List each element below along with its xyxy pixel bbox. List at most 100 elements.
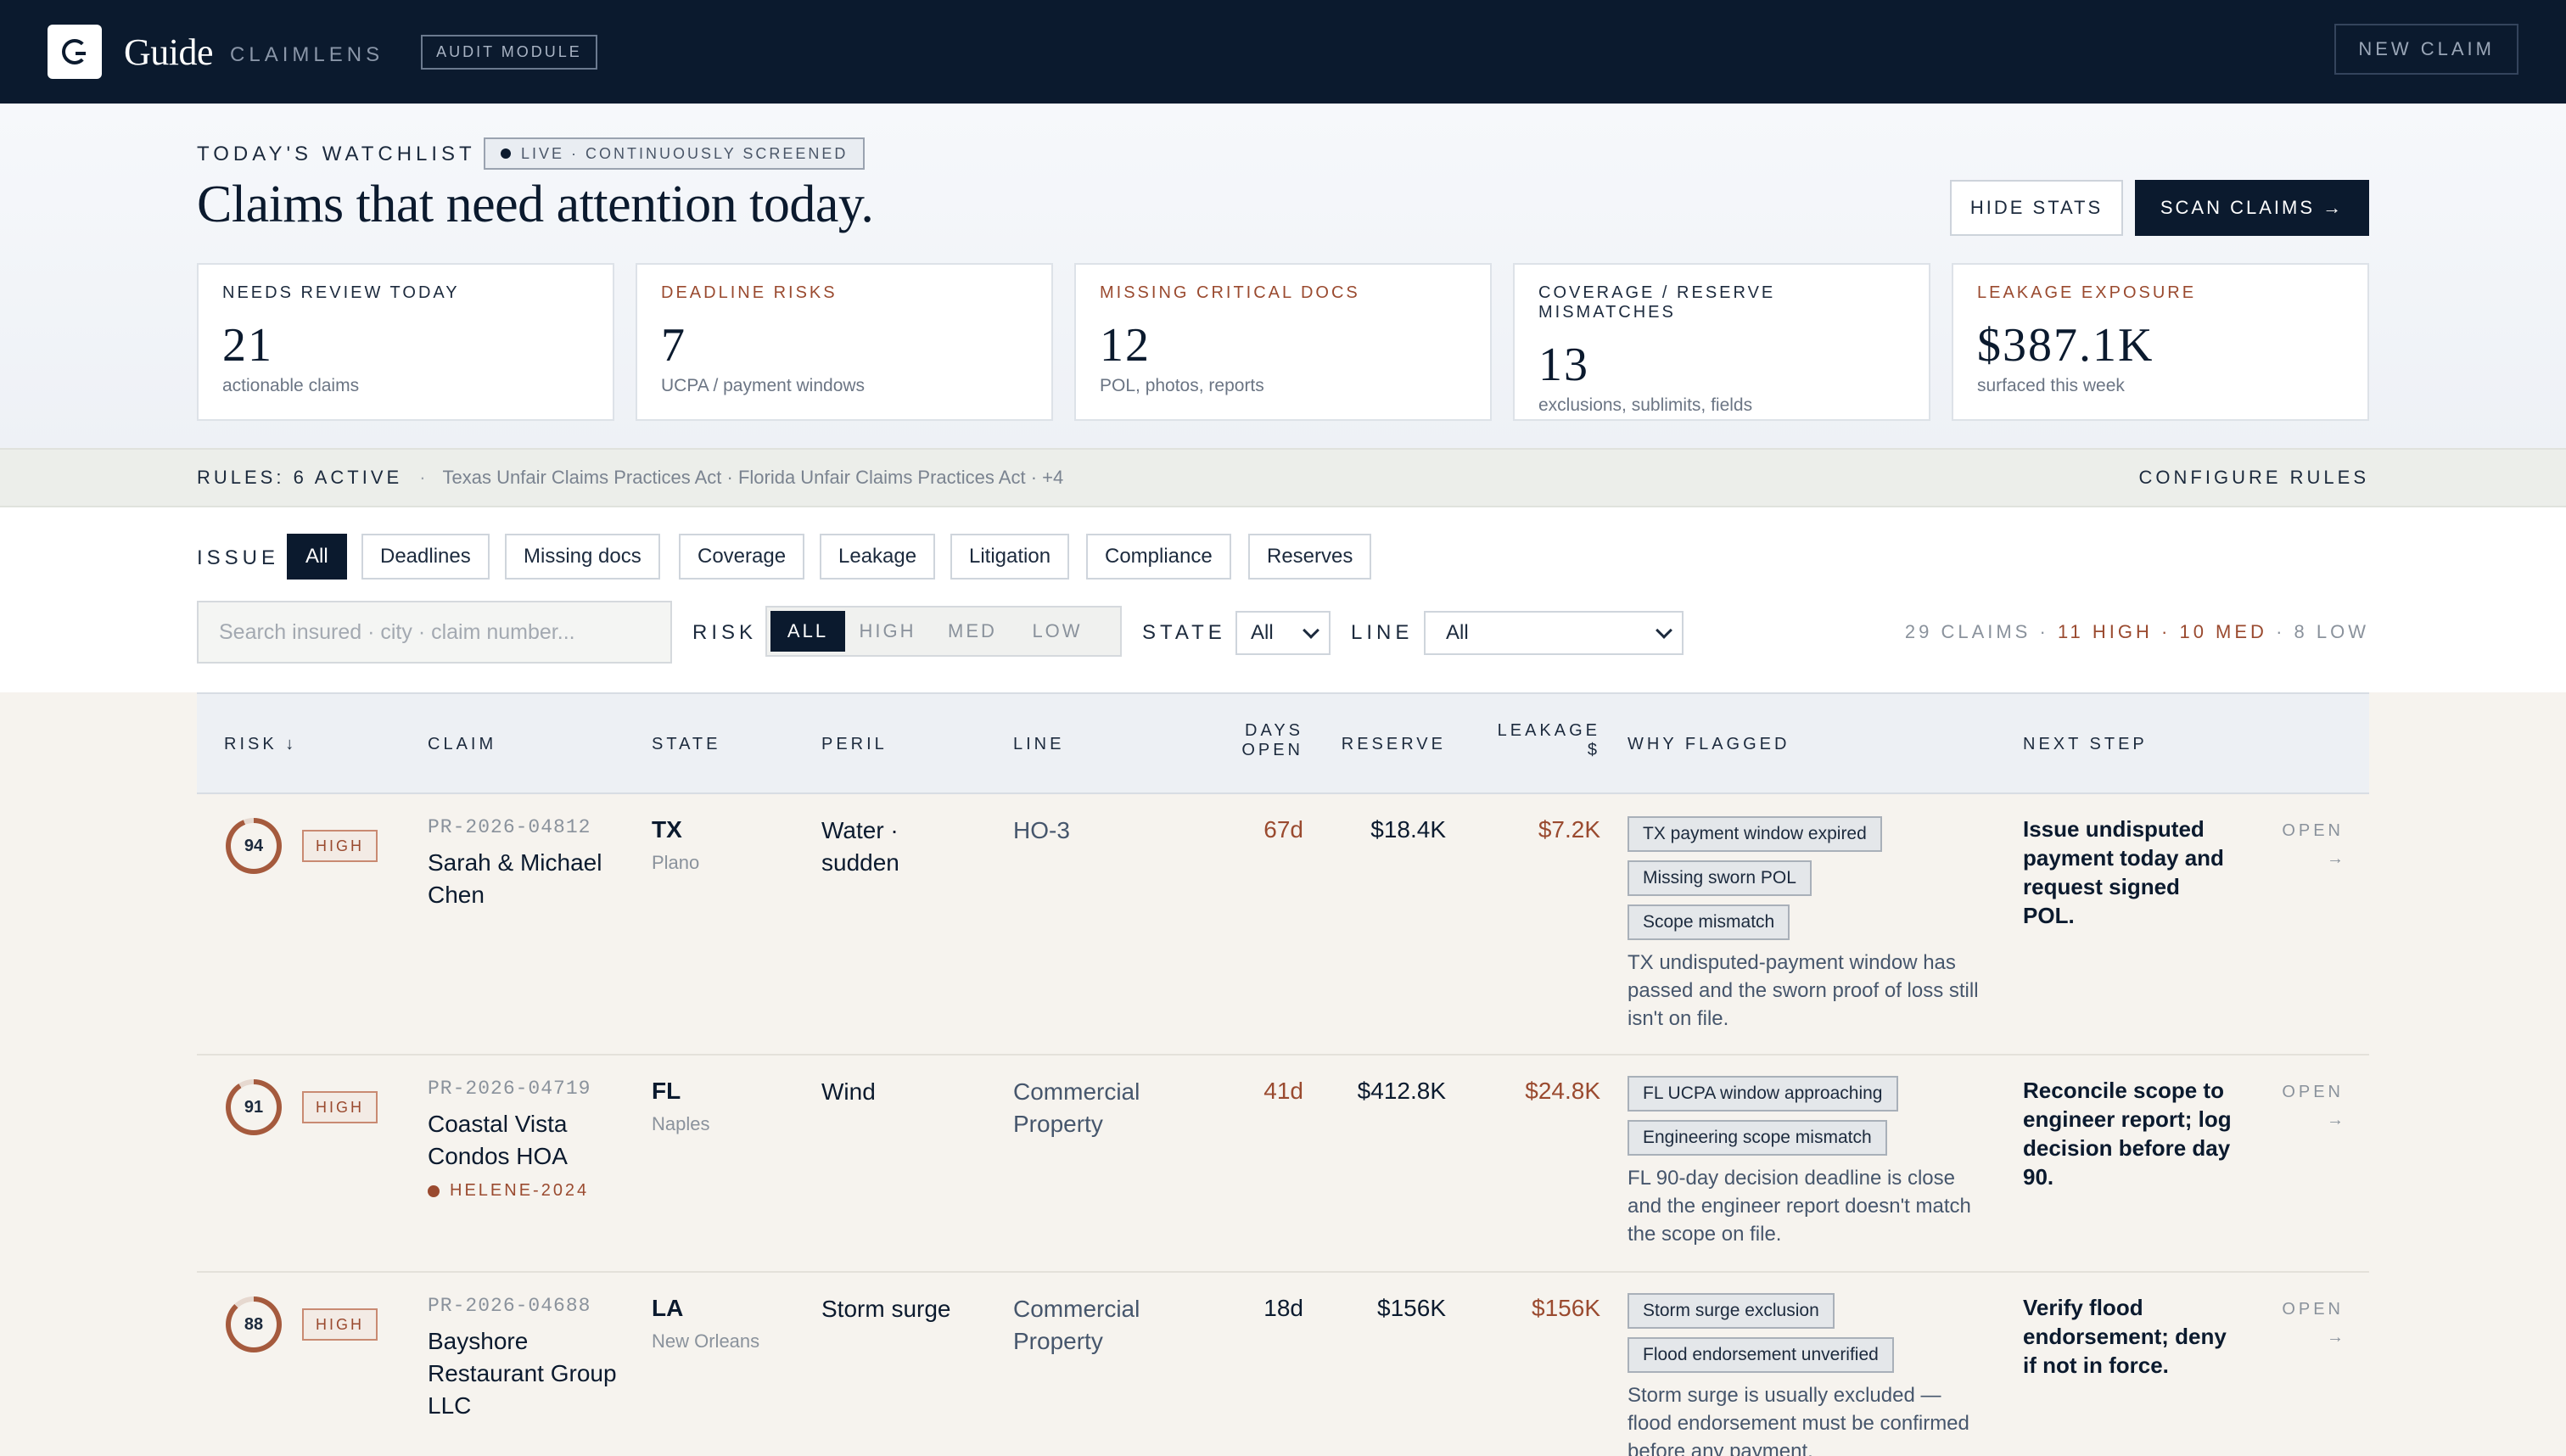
open-claim-link[interactable]: OPEN → (2267, 821, 2344, 869)
days-open: 18d (1263, 1295, 1303, 1321)
scan-claims-button[interactable]: SCAN CLAIMS → (2135, 180, 2369, 236)
claim-counts: 29 CLAIMS · 11 HIGH · 10 MED · 8 LOW (1905, 621, 2369, 643)
column-header-leakage[interactable]: LEAKAGE $ (1482, 721, 1600, 760)
next-step: Verify flood endorsement; deny if not in… (2023, 1295, 2227, 1378)
page-title: Claims that need attention today. (197, 176, 874, 233)
stat-card-needs-review[interactable]: NEEDS REVIEW TODAY 21 actionable claims (197, 263, 614, 421)
open-label: OPEN (2282, 1083, 2344, 1101)
column-header-reserve[interactable]: RESERVE (1327, 735, 1446, 754)
stat-card-leakage-exposure[interactable]: LEAKAGE EXPOSURE $387.1K surfaced this w… (1952, 263, 2369, 421)
stat-card-missing-docs[interactable]: MISSING CRITICAL DOCS 12 POL, photos, re… (1074, 263, 1492, 421)
risk-score-ring: 94 (226, 818, 282, 874)
column-header-days[interactable]: DAYS OPEN (1219, 721, 1303, 760)
count-high: 11 HIGH (2057, 621, 2153, 642)
issue-chip-compliance[interactable]: Compliance (1086, 534, 1231, 580)
line-filter-label: LINE (1351, 621, 1414, 644)
stat-label: DEADLINE RISKS (661, 283, 838, 302)
logo-icon[interactable] (48, 25, 102, 79)
rules-separator: · (419, 467, 426, 488)
search-input[interactable] (197, 601, 672, 664)
table-header: RISK ↓ CLAIM STATE PERIL LINE DAYS OPEN … (197, 692, 2369, 794)
risk-level-badge: HIGH (302, 830, 378, 862)
stat-card-deadline-risks[interactable]: DEADLINE RISKS 7 UCPA / payment windows (636, 263, 1053, 421)
issue-chip-missing-docs[interactable]: Missing docs (505, 534, 660, 580)
state-select-value: All (1251, 621, 1274, 644)
new-claim-button[interactable]: NEW CLAIM (2334, 24, 2518, 75)
leakage: $7.2K (1538, 816, 1600, 843)
column-header-line[interactable]: LINE (1013, 735, 1064, 754)
why-flagged: Storm surge is usually excluded — flood … (1628, 1384, 1969, 1456)
line-select-value: All (1446, 621, 1469, 644)
event-dot-icon (428, 1184, 440, 1197)
stat-value: 21 (222, 319, 273, 372)
reserve: $412.8K (1357, 1078, 1446, 1104)
issue-chip-leakage[interactable]: Leakage (820, 534, 936, 580)
insured-name[interactable]: Bayshore Restaurant Group LLC (428, 1325, 631, 1422)
issue-chip-deadlines[interactable]: Deadlines (361, 534, 490, 580)
line-select[interactable]: All (1424, 611, 1684, 655)
watchlist-eyebrow: TODAY'S WATCHLIST (197, 143, 476, 165)
issue-chip-all[interactable]: All (287, 534, 347, 580)
flag-tag: Missing sworn POL (1628, 860, 1812, 896)
flag-tag: Scope mismatch (1628, 904, 1790, 940)
table-row[interactable]: 94 HIGH PR-2026-04812 Sarah & Michael Ch… (197, 794, 2369, 1056)
count-med: 10 MED (2179, 621, 2267, 642)
column-header-why: WHY FLAGGED (1628, 735, 1790, 753)
cat-event-tag: HELENE-2024 (428, 1181, 589, 1201)
count-separator: · (2161, 621, 2171, 642)
leakage: $156K (1532, 1295, 1600, 1321)
table-row[interactable]: 88 HIGH PR-2026-04688 Bayshore Restauran… (197, 1273, 2369, 1456)
line-of-business: HO-3 (1013, 817, 1070, 843)
claim-number[interactable]: PR-2026-04719 (428, 1078, 591, 1100)
risk-option-low[interactable]: LOW (1015, 611, 1100, 652)
reserve: $18.4K (1370, 816, 1446, 843)
insured-name[interactable]: Sarah & Michael Chen (428, 847, 631, 911)
city: New Orleans (652, 1330, 760, 1352)
risk-segmented-control: ALL HIGH MED LOW (765, 606, 1122, 657)
column-header-next: NEXT STEP (2023, 735, 2148, 753)
column-header-claim[interactable]: CLAIM (428, 735, 496, 754)
risk-option-med[interactable]: MED (930, 611, 1015, 652)
risk-option-high[interactable]: HIGH (845, 611, 930, 652)
hide-stats-button[interactable]: HIDE STATS (1950, 180, 2123, 236)
count-low: 8 LOW (2294, 621, 2369, 642)
arrow-right-icon: → (2327, 1111, 2344, 1129)
configure-rules-link[interactable]: CONFIGURE RULES (2139, 467, 2369, 489)
live-dot-icon (501, 148, 511, 159)
table-row[interactable]: 91 HIGH PR-2026-04719 Coastal Vista Cond… (197, 1056, 2369, 1273)
column-header-state[interactable]: STATE (652, 735, 720, 754)
issue-chip-coverage[interactable]: Coverage (679, 534, 805, 580)
claim-number[interactable]: PR-2026-04812 (428, 816, 591, 838)
column-header-peril[interactable]: PERIL (821, 735, 888, 754)
count-total: 29 CLAIMS (1904, 621, 2031, 642)
state-code: LA (652, 1295, 684, 1321)
risk-option-all[interactable]: ALL (770, 611, 845, 652)
stat-label: COVERAGE / RESERVE MISMATCHES (1538, 283, 1776, 322)
stat-value: 7 (661, 319, 686, 372)
stat-label: MISSING CRITICAL DOCS (1100, 283, 1360, 302)
flag-tag: Engineering scope mismatch (1628, 1120, 1887, 1156)
flag-tag: FL UCPA window approaching (1628, 1076, 1898, 1112)
city: Plano (652, 852, 700, 873)
stat-card-coverage-mismatches[interactable]: COVERAGE / RESERVE MISMATCHES 13 exclusi… (1513, 263, 1930, 421)
risk-score: 91 (231, 1084, 277, 1130)
peril: Wind (821, 1078, 876, 1105)
stat-sub: surfaced this week (1977, 376, 2125, 395)
why-flagged: FL 90-day decision deadline is close and… (1628, 1167, 1971, 1246)
claim-number[interactable]: PR-2026-04688 (428, 1295, 591, 1317)
brand-name: Guide (124, 31, 214, 73)
risk-score: 88 (231, 1302, 277, 1347)
state-select[interactable]: All (1235, 611, 1331, 655)
column-header-risk[interactable]: RISK ↓ (224, 735, 297, 754)
open-label: OPEN (2282, 821, 2344, 840)
reserve: $156K (1377, 1295, 1446, 1321)
open-claim-link[interactable]: OPEN → (2267, 1300, 2344, 1347)
open-claim-link[interactable]: OPEN → (2267, 1083, 2344, 1130)
risk-level-badge: HIGH (302, 1308, 378, 1341)
leakage: $24.8K (1525, 1078, 1600, 1104)
rules-count: RULES: 6 ACTIVE (197, 467, 403, 488)
issue-chip-reserves[interactable]: Reserves (1248, 534, 1372, 580)
issue-chip-litigation[interactable]: Litigation (950, 534, 1070, 580)
insured-name[interactable]: Coastal Vista Condos HOA (428, 1108, 631, 1173)
state-filter-label: STATE (1142, 621, 1226, 644)
